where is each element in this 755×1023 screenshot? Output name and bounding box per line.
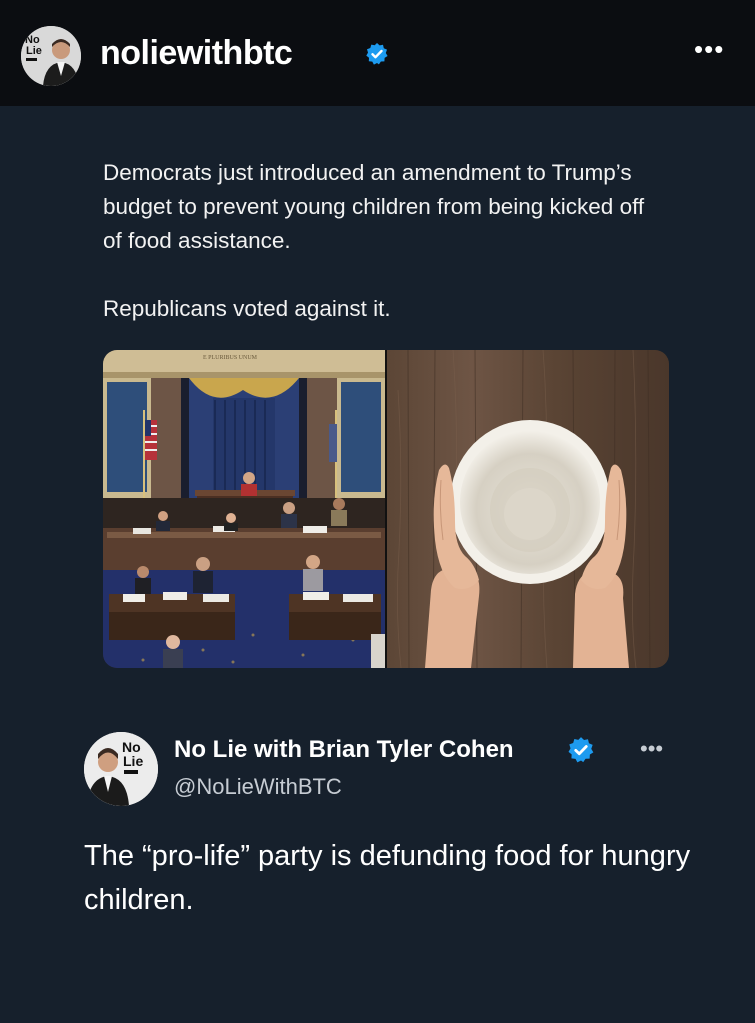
username[interactable]: noliewithbtc [100, 34, 293, 73]
post-paragraph: Democrats just introduced an amendment t… [103, 160, 645, 253]
tweet-text: The “pro-life” party is defunding food f… [84, 840, 691, 916]
post-paragraph: Republicans voted against it. [103, 296, 391, 321]
post-caption: Democrats just introduced an amendment t… [103, 156, 663, 326]
tweet-handle[interactable]: @NoLieWithBTC [174, 774, 342, 800]
tweet-more-options-icon[interactable]: ••• [640, 736, 663, 762]
avatar[interactable]: No Lie [21, 26, 81, 86]
svg-text:Lie: Lie [26, 45, 42, 57]
post-image-collage[interactable]: E PLURIBUS UNUM [103, 350, 669, 668]
more-options-icon[interactable]: ••• [694, 34, 724, 65]
chamber-inscription: E PLURIBUS UNUM [203, 355, 258, 361]
verified-badge-icon [366, 43, 388, 65]
header-bar: No Lie noliewithbtc ••• [0, 0, 755, 106]
senate-chamber-photo: E PLURIBUS UNUM [103, 350, 385, 668]
svg-text:Lie: Lie [123, 753, 143, 769]
verified-badge-icon [568, 737, 594, 763]
tweet-avatar[interactable]: No Lie [84, 732, 158, 806]
empty-bowl-photo [387, 350, 669, 668]
tweet-display-name[interactable]: No Lie with Brian Tyler Cohen [174, 736, 514, 764]
